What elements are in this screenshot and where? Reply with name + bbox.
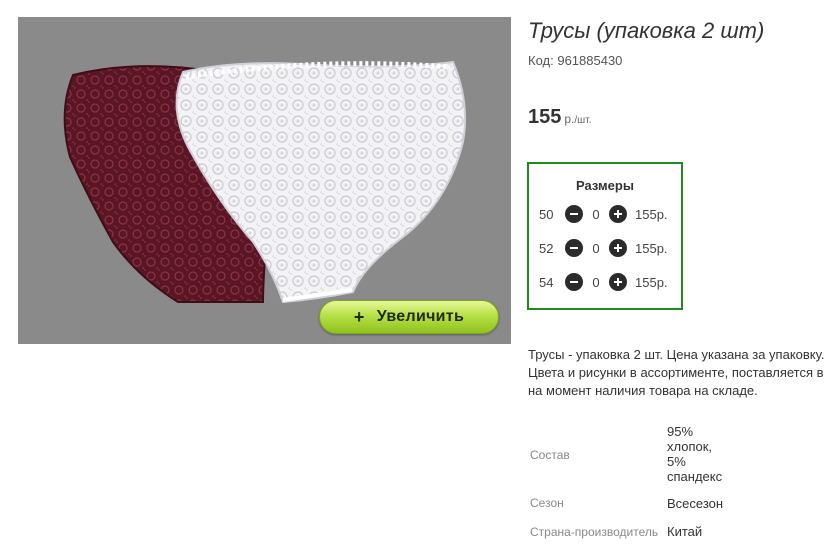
country-value: Китай <box>667 524 703 539</box>
price-amount: 155 <box>528 106 562 128</box>
composition-label: Состав <box>530 448 570 462</box>
size-row: 52 0 155р. <box>539 238 668 258</box>
composition-line: хлопок, <box>667 439 713 454</box>
price-currency: р. <box>564 112 575 126</box>
country-label: Страна-производитель <box>530 525 659 539</box>
composition-line: 95% <box>667 424 694 439</box>
product-code: Код: 961885430 <box>528 53 622 68</box>
size-value: 50 <box>539 206 554 222</box>
season-value: Всесезон <box>667 496 724 511</box>
composition-line: спандекс <box>667 469 723 484</box>
minus-circle-icon[interactable] <box>565 273 583 291</box>
composition-value: 95% хлопок, 5% спандекс <box>667 424 722 484</box>
minus-circle-icon[interactable] <box>565 205 583 223</box>
code-value: 961885430 <box>557 53 623 68</box>
minus-circle-icon[interactable] <box>565 239 583 257</box>
sizes-box: Размеры 50 0 155р. 52 0 155р. 54 0 155р. <box>527 162 683 310</box>
size-row: 54 0 155р. <box>539 272 668 292</box>
plus-circle-icon[interactable] <box>609 239 627 257</box>
description-line: Трусы - упаковка 2 шт. Цена указана за у… <box>528 347 825 362</box>
product-image <box>63 60 467 304</box>
product-description: Трусы - упаковка 2 шт. Цена указана за у… <box>528 346 825 400</box>
plus-circle-icon[interactable] <box>609 273 627 291</box>
quantity-value: 0 <box>592 240 600 256</box>
size-price: 155р. <box>635 240 668 256</box>
size-price: 155р. <box>635 274 668 290</box>
product-price: 155 р./шт. <box>528 106 591 129</box>
size-row: 50 0 155р. <box>539 204 668 224</box>
description-line: на момент наличия товара на складе. <box>528 383 758 398</box>
plus-icon: + <box>353 306 365 327</box>
quantity-value: 0 <box>592 274 600 290</box>
composition-line: 5% <box>667 454 686 469</box>
plus-circle-icon[interactable] <box>609 205 627 223</box>
size-price: 155р. <box>635 206 668 222</box>
product-photo[interactable]: + Увеличить <box>18 17 511 344</box>
price-per-unit: /шт. <box>574 115 592 126</box>
quantity-value: 0 <box>592 206 600 222</box>
price-unit: р./шт. <box>564 112 591 126</box>
zoom-button[interactable]: + Увеличить <box>319 300 499 334</box>
season-label: Сезон <box>530 496 564 510</box>
zoom-button-label: Увеличить <box>376 308 465 325</box>
sizes-heading: Размеры <box>576 178 634 193</box>
product-title: Трусы (упаковка 2 шт) <box>528 18 765 43</box>
code-label: Код: <box>528 53 554 68</box>
size-value: 52 <box>539 240 554 256</box>
description-line: Цвета и рисунки в ассортименте, поставля… <box>528 365 824 380</box>
size-value: 54 <box>539 274 554 290</box>
